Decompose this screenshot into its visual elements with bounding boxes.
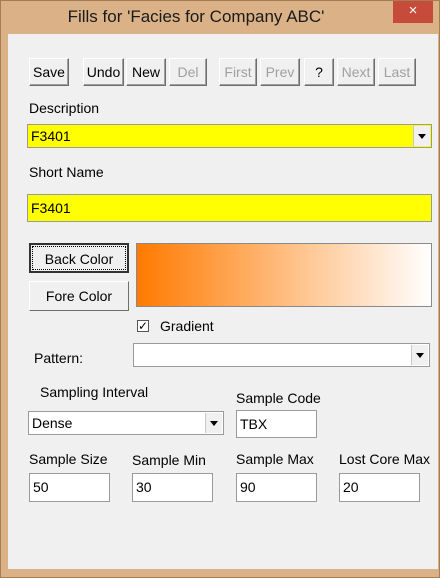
gradient-checkbox[interactable]: ✓ bbox=[137, 320, 149, 332]
sampling-interval-value: Dense bbox=[32, 415, 73, 431]
new-button[interactable]: New bbox=[126, 58, 166, 86]
short-name-label: Short Name bbox=[29, 164, 104, 180]
next-button[interactable]: Next bbox=[337, 58, 375, 86]
sample-size-label: Sample Size bbox=[29, 451, 108, 467]
sample-max-input[interactable]: 90 bbox=[236, 473, 317, 502]
pattern-dropdown-button[interactable] bbox=[411, 345, 428, 365]
sampling-interval-combobox[interactable]: Dense bbox=[28, 411, 224, 435]
description-dropdown-button[interactable] bbox=[413, 126, 430, 146]
chevron-down-icon bbox=[416, 352, 424, 358]
lost-core-max-value: 20 bbox=[343, 479, 359, 495]
prev-button[interactable]: Prev bbox=[260, 58, 300, 86]
pattern-label: Pattern: bbox=[34, 350, 84, 366]
sample-code-label: Sample Code bbox=[236, 390, 321, 406]
back-color-button[interactable]: Back Color bbox=[29, 243, 129, 273]
last-button[interactable]: Last bbox=[378, 58, 416, 86]
sample-min-label: Sample Min bbox=[132, 452, 206, 468]
color-gradient-preview bbox=[136, 243, 432, 307]
sample-code-input[interactable]: TBX bbox=[236, 410, 317, 438]
delete-button[interactable]: Del bbox=[169, 58, 207, 86]
sample-code-value: TBX bbox=[240, 416, 268, 432]
close-icon[interactable]: × bbox=[409, 2, 418, 19]
sample-size-value: 50 bbox=[33, 479, 49, 495]
undo-button[interactable]: Undo bbox=[83, 58, 124, 86]
sample-min-value: 30 bbox=[136, 479, 152, 495]
gradient-label: Gradient bbox=[160, 318, 214, 334]
lost-core-max-label: Lost Core Max bbox=[339, 451, 431, 467]
sampling-interval-label: Sampling Interval bbox=[40, 384, 149, 400]
fore-color-button[interactable]: Fore Color bbox=[29, 281, 129, 311]
chevron-down-icon bbox=[418, 133, 426, 139]
description-label: Description bbox=[29, 100, 100, 116]
sample-min-input[interactable]: 30 bbox=[132, 473, 213, 502]
sample-max-value: 90 bbox=[240, 479, 256, 495]
short-name-input[interactable]: F3401 bbox=[27, 194, 432, 222]
description-value: F3401 bbox=[31, 128, 71, 144]
description-combobox[interactable]: F3401 bbox=[27, 124, 432, 148]
short-name-value: F3401 bbox=[31, 200, 71, 216]
first-button[interactable]: First bbox=[219, 58, 257, 86]
help-button[interactable]: ? bbox=[304, 58, 334, 86]
window-title: Fills for 'Facies for Company ABC' bbox=[67, 7, 325, 26]
sample-size-input[interactable]: 50 bbox=[29, 473, 110, 502]
sampling-interval-dropdown-button[interactable] bbox=[205, 413, 222, 433]
title-bar[interactable]: Fills for 'Facies for Company ABC' × bbox=[1, 1, 439, 35]
close-button[interactable]: × bbox=[393, 1, 433, 23]
pattern-combobox[interactable] bbox=[133, 343, 430, 367]
checkmark-icon: ✓ bbox=[138, 319, 149, 333]
save-button[interactable]: Save bbox=[29, 58, 69, 86]
sample-max-label: Sample Max bbox=[236, 451, 314, 467]
chevron-down-icon bbox=[210, 420, 218, 426]
lost-core-max-input[interactable]: 20 bbox=[339, 473, 420, 502]
